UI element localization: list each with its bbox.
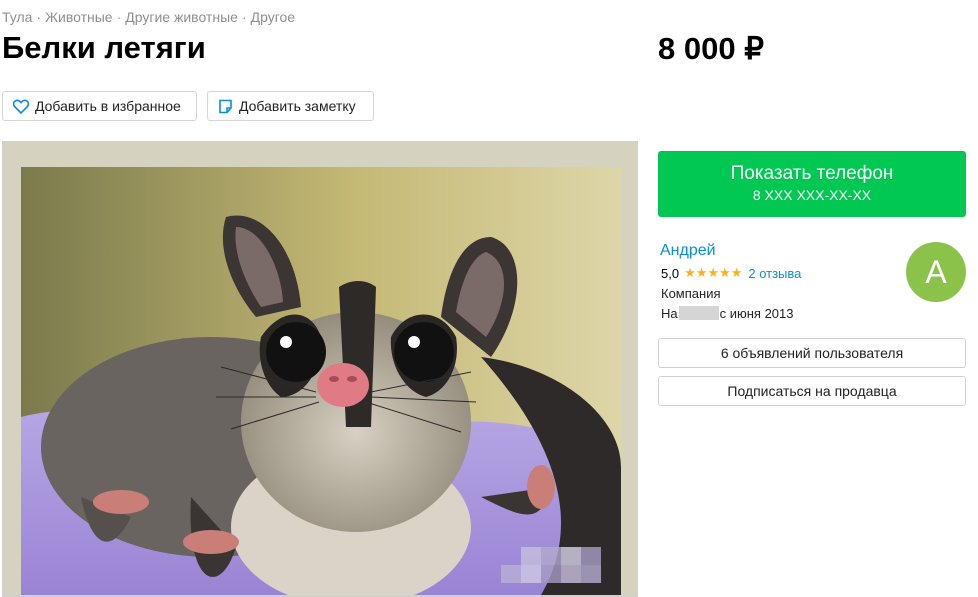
price: 8 000 ₽ [658,31,764,66]
breadcrumb-item[interactable]: Другое [251,9,295,25]
add-note-button[interactable]: Добавить заметку [207,91,374,121]
show-phone-button[interactable]: Показать телефон 8 XXX XXX-XX-XX [658,151,966,217]
note-icon [219,99,232,113]
show-phone-label: Показать телефон [730,163,894,184]
photo-gallery[interactable] [2,141,638,597]
heart-icon [13,99,29,114]
redacted-text [678,306,719,320]
user-ads-button[interactable]: 6 объявлений пользователя [658,338,966,368]
breadcrumb-item[interactable]: Другие животные [125,9,238,25]
seller-rating: 5,0 ★★★★★ 2 отзыва [661,265,801,281]
subscribe-seller-button[interactable]: Подписаться на продавца [658,376,966,406]
breadcrumb: Тула · Животные · Другие животные · Другое [2,9,296,25]
phone-number-masked: 8 XXX XXX-XX-XX [752,187,872,203]
seller-type: Компания [661,286,721,301]
add-favorite-label: Добавить в избранное [35,98,181,114]
add-favorite-button[interactable]: Добавить в избранное [2,91,197,121]
star-rating-icon: ★★★★★ [684,265,743,280]
breadcrumb-item[interactable]: Тула [2,9,32,25]
avatar[interactable]: A [906,242,966,302]
seller-name-link[interactable]: Андрей [660,242,716,260]
reviews-link[interactable]: 2 отзыва [748,266,801,281]
seller-since: На с июня 2013 [661,306,794,321]
add-note-label: Добавить заметку [239,98,356,114]
page-title: Белки летяги [2,30,206,65]
rating-value: 5,0 [661,265,680,281]
breadcrumb-item[interactable]: Животные [45,9,113,25]
sugar-glider-photo[interactable] [21,167,621,595]
